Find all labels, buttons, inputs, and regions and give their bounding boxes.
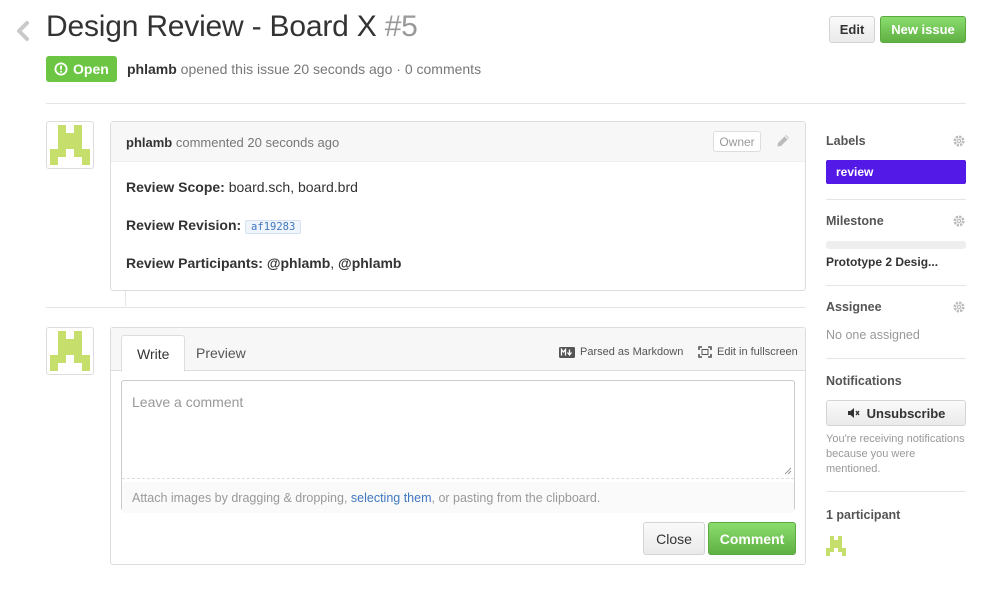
sidebar-divider	[826, 199, 966, 200]
sidebar-divider	[826, 285, 966, 286]
new-comment-form: Write Preview Parsed as Markdown Edit in…	[110, 327, 806, 565]
participants-count: 1 participant	[826, 508, 901, 522]
tab-preview[interactable]: Preview	[181, 335, 261, 371]
header-divider	[46, 103, 966, 104]
edit-button[interactable]: Edit	[829, 16, 875, 43]
review-participants-label: Review Participants:	[126, 255, 263, 271]
owner-badge: Owner	[713, 131, 761, 152]
comment-timestamp[interactable]: commented 20 seconds ago	[176, 135, 339, 150]
gear-icon[interactable]	[952, 134, 966, 148]
labels-section: Labels	[826, 134, 966, 148]
mention-link[interactable]: @phlamb	[267, 255, 330, 271]
unsubscribe-label: Unsubscribe	[866, 405, 946, 421]
milestone-title: Milestone	[826, 214, 884, 228]
attach-hint: Attach images by dragging & dropping, se…	[122, 482, 794, 513]
fullscreen-icon	[698, 346, 712, 358]
issue-title-text: Design Review - Board X	[46, 10, 377, 43]
sidebar-divider	[826, 358, 966, 359]
fullscreen-link[interactable]: Edit in fullscreen	[698, 346, 798, 358]
back-chevron-icon[interactable]	[14, 20, 34, 42]
issue-author-link[interactable]: phlamb	[127, 61, 177, 77]
review-scope-line: Review Scope: board.sch, board.brd	[126, 178, 790, 196]
comment-textarea[interactable]	[122, 381, 794, 479]
comment-body: Review Scope: board.sch, board.brd Revie…	[111, 162, 805, 308]
avatar-identicon	[50, 125, 90, 165]
participant-avatar[interactable]	[826, 536, 846, 556]
comment-author-link[interactable]: phlamb	[126, 135, 172, 150]
issue-meta-text: opened this issue 20 seconds ago · 0 com…	[180, 61, 482, 77]
review-scope-value: board.sch, board.brd	[228, 179, 358, 195]
markdown-help-link[interactable]: Parsed as Markdown	[559, 346, 683, 358]
close-issue-button[interactable]: Close	[643, 522, 705, 555]
notifications-title: Notifications	[826, 374, 902, 388]
comment-header: phlamb commented 20 seconds ago Owner	[111, 122, 805, 162]
notifications-section: Notifications	[826, 374, 966, 388]
attach-hint-prefix: Attach images by dragging & dropping,	[132, 490, 351, 505]
comment-author-line: phlamb commented 20 seconds ago	[126, 135, 339, 150]
status-badge: Open	[46, 56, 117, 82]
unsubscribe-button[interactable]: Unsubscribe	[826, 400, 966, 426]
labels-title: Labels	[826, 134, 866, 148]
review-revision-label: Review Revision:	[126, 217, 242, 233]
status-label: Open	[73, 61, 109, 77]
assignee-value: No one assigned	[826, 328, 920, 342]
gear-icon[interactable]	[952, 214, 966, 228]
pencil-icon[interactable]	[775, 133, 791, 149]
label-review[interactable]: review	[826, 160, 966, 184]
resize-grip-icon[interactable]	[784, 467, 792, 475]
avatar-identicon	[50, 331, 90, 371]
milestone-section: Milestone	[826, 214, 966, 228]
avatar[interactable]	[46, 121, 94, 169]
mute-icon	[847, 408, 860, 418]
assignee-section: Assignee	[826, 300, 966, 314]
gear-icon[interactable]	[952, 300, 966, 314]
comment: phlamb commented 20 seconds ago Owner Re…	[110, 121, 806, 291]
comment-submit-button[interactable]: Comment	[708, 522, 796, 555]
markdown-icon	[559, 346, 575, 358]
issue-meta: phlamb opened this issue 20 seconds ago …	[127, 61, 481, 77]
new-issue-button[interactable]: New issue	[880, 16, 966, 43]
discussion-divider	[46, 307, 806, 308]
notification-reason: You're receiving notifications because y…	[826, 433, 965, 475]
timeline-line	[125, 291, 126, 306]
mention-separator: ,	[330, 255, 335, 271]
review-revision-line: Review Revision: af19283	[126, 216, 790, 234]
assignee-title: Assignee	[826, 300, 882, 314]
milestone-name-link[interactable]: Prototype 2 Desig...	[826, 255, 938, 269]
tab-write[interactable]: Write	[121, 335, 186, 372]
fullscreen-hint: Edit in fullscreen	[717, 346, 798, 358]
comment-tabs: Write Preview Parsed as Markdown Edit in…	[111, 328, 805, 372]
issue-opened-icon	[54, 62, 68, 76]
issue-number: #5	[384, 10, 418, 43]
sidebar-divider	[826, 491, 966, 492]
mention-link[interactable]: @phlamb	[338, 255, 401, 271]
review-scope-label: Review Scope:	[126, 179, 225, 195]
issue-title: Design Review - Board X #5	[46, 10, 418, 44]
comment-textarea-wrapper: Attach images by dragging & dropping, se…	[121, 380, 795, 513]
milestone-progress-bar	[826, 241, 966, 249]
avatar[interactable]	[46, 327, 94, 375]
select-files-link[interactable]: selecting them	[351, 491, 432, 505]
markdown-hint: Parsed as Markdown	[580, 346, 684, 358]
review-participants-line: Review Participants: @phlamb, @phlamb	[126, 254, 790, 272]
commit-sha-link[interactable]: af19283	[245, 220, 302, 234]
attach-hint-suffix: , or pasting from the clipboard.	[431, 490, 601, 505]
